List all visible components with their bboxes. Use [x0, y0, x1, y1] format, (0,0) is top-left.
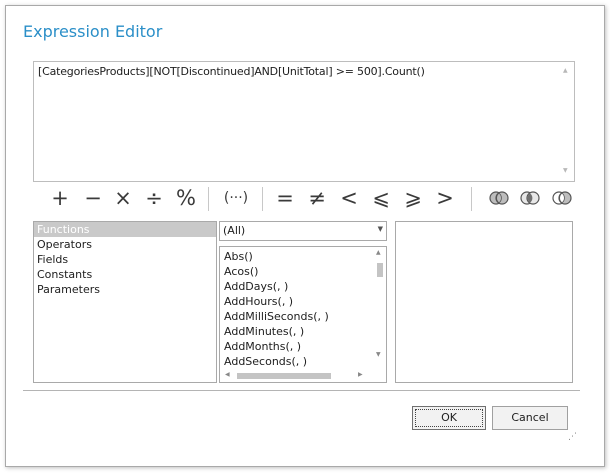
parentheses-button[interactable]: (···) — [220, 184, 252, 212]
toolbar-separator — [208, 187, 209, 211]
scroll-up-icon[interactable]: ▲ — [376, 249, 381, 256]
modulo-button[interactable]: % — [172, 184, 200, 212]
scroll-left-icon[interactable]: ◀ — [225, 371, 230, 378]
category-list[interactable]: Functions Operators Fields Constants Par… — [33, 221, 217, 383]
list-item[interactable]: AddMinutes(, ) — [220, 324, 386, 339]
resize-grip-icon[interactable]: ⋰ — [568, 432, 578, 442]
divide-button[interactable]: ÷ — [140, 184, 168, 212]
list-item[interactable]: AddMonths(, ) — [220, 339, 386, 354]
operator-toolbar: + − × ÷ % (···) = ≠ < ⩽ ⩾ > — [46, 184, 576, 214]
expression-input[interactable]: [CategoriesProducts][NOT[Discontinued]AN… — [33, 61, 575, 182]
equal-button[interactable]: = — [271, 184, 299, 212]
less-button[interactable]: < — [335, 184, 363, 212]
footer-divider — [23, 390, 580, 391]
category-item-parameters[interactable]: Parameters — [34, 282, 216, 297]
scroll-down-icon[interactable]: ▼ — [376, 351, 381, 358]
function-list-horizontal-scrollbar[interactable]: ◀ ▶ — [220, 369, 373, 382]
greater-or-equal-button[interactable]: ⩾ — [399, 184, 427, 212]
plus-button[interactable]: + — [46, 184, 74, 212]
logical-not-icon[interactable] — [552, 191, 572, 205]
filter-selected-value: (All) — [223, 224, 246, 237]
cancel-button[interactable]: Cancel — [492, 406, 568, 430]
scroll-right-icon[interactable]: ▶ — [358, 371, 363, 378]
minus-button[interactable]: − — [79, 184, 107, 212]
category-item-functions[interactable]: Functions — [34, 222, 216, 237]
greater-button[interactable]: > — [431, 184, 459, 212]
category-item-fields[interactable]: Fields — [34, 252, 216, 267]
chevron-down-icon[interactable]: ▼ — [378, 225, 383, 233]
dialog-title: Expression Editor — [23, 22, 163, 41]
expression-editor-dialog: Expression Editor [CategoriesProducts][N… — [5, 5, 605, 467]
toolbar-separator — [262, 187, 263, 211]
list-item[interactable]: AddSeconds(, ) — [220, 354, 386, 369]
multiply-button[interactable]: × — [109, 184, 137, 212]
function-list[interactable]: Abs() Acos() AddDays(, ) AddHours(, ) Ad… — [219, 246, 387, 383]
ok-button[interactable]: OK — [412, 406, 486, 430]
list-item[interactable]: Acos() — [220, 264, 386, 279]
logical-and-icon[interactable] — [520, 191, 540, 205]
scroll-down-icon[interactable]: ▼ — [563, 167, 568, 174]
list-item[interactable]: AddDays(, ) — [220, 279, 386, 294]
list-item[interactable]: AddHours(, ) — [220, 294, 386, 309]
list-item[interactable]: Abs() — [220, 249, 386, 264]
function-list-vertical-scrollbar[interactable]: ▲ ▼ — [373, 247, 386, 367]
description-panel — [395, 221, 573, 383]
category-item-operators[interactable]: Operators — [34, 237, 216, 252]
scrollbar-thumb[interactable] — [237, 373, 331, 379]
expression-text[interactable]: [CategoriesProducts][NOT[Discontinued]AN… — [38, 65, 425, 78]
function-filter-dropdown[interactable]: (All) ▼ — [219, 221, 387, 241]
scroll-up-icon[interactable]: ▲ — [563, 67, 568, 74]
scrollbar-thumb[interactable] — [377, 263, 383, 277]
category-item-constants[interactable]: Constants — [34, 267, 216, 282]
expression-scrollbar[interactable]: ▲ ▼ — [560, 62, 574, 181]
less-or-equal-button[interactable]: ⩽ — [367, 184, 395, 212]
not-equal-button[interactable]: ≠ — [303, 184, 331, 212]
list-item[interactable]: AddMilliSeconds(, ) — [220, 309, 386, 324]
logical-or-icon[interactable] — [489, 191, 509, 205]
toolbar-separator — [471, 187, 472, 211]
